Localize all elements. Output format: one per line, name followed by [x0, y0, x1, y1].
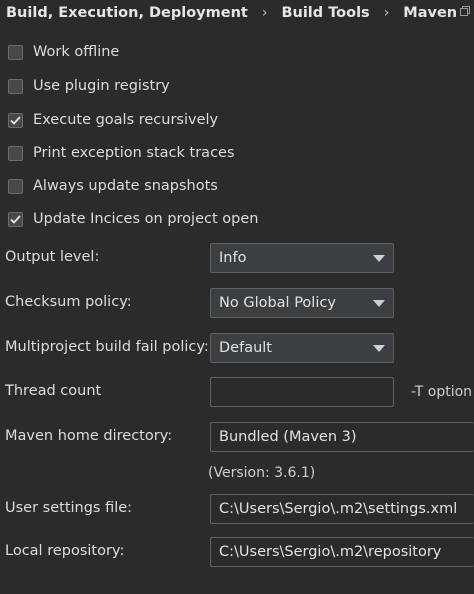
checkbox-print-exception-stack-traces[interactable] — [8, 145, 23, 161]
checkbox-label: Use plugin registry — [33, 78, 170, 94]
local-repository-value: C:\Users\Sergio\.m2\repository — [219, 544, 442, 560]
breadcrumb: Build, Execution, Deployment › Build Too… — [6, 0, 468, 26]
checkbox-execute-goals-recursively[interactable] — [8, 112, 23, 128]
chevron-down-icon — [373, 255, 385, 262]
checksum-policy-value: No Global Policy — [219, 295, 336, 311]
checkbox-row-print-exception-stack-traces[interactable]: Print exception stack traces — [8, 143, 235, 163]
maven-home-combo[interactable]: Bundled (Maven 3) — [210, 422, 474, 452]
user-settings-label: User settings file: — [5, 500, 133, 516]
checkbox-label: Always update snapshots — [33, 178, 218, 194]
checkmark-icon — [10, 115, 21, 125]
user-settings-input[interactable]: C:\Users\Sergio\.m2\settings.xml — [210, 494, 474, 524]
checkbox-row-update-indices[interactable]: Update Incices on project open — [8, 209, 258, 229]
output-level-value: Info — [219, 250, 247, 266]
copy-settings-icon[interactable] — [460, 6, 470, 16]
thread-count-label: Thread count — [5, 383, 102, 399]
maven-home-value: Bundled (Maven 3) — [219, 429, 357, 445]
output-level-dropdown[interactable]: Info — [210, 243, 394, 273]
checkbox-label: Work offline — [33, 44, 120, 60]
breadcrumb-separator-icon: › — [261, 5, 268, 21]
thread-count-input[interactable] — [210, 377, 394, 407]
output-level-label: Output level: — [5, 249, 100, 265]
local-repository-input[interactable]: C:\Users\Sergio\.m2\repository — [210, 537, 474, 567]
checkbox-use-plugin-registry[interactable] — [8, 78, 23, 94]
checkbox-row-work-offline[interactable]: Work offline — [8, 42, 119, 62]
maven-version-text: (Version: 3.6.1) — [208, 465, 316, 481]
maven-home-label: Maven home directory: — [5, 428, 173, 444]
checksum-policy-dropdown[interactable]: No Global Policy — [210, 288, 394, 318]
checkbox-row-execute-goals-recursively[interactable]: Execute goals recursively — [8, 110, 218, 130]
checkbox-row-always-update-snapshots[interactable]: Always update snapshots — [8, 176, 218, 196]
multiproject-fail-policy-dropdown[interactable]: Default — [210, 333, 394, 363]
checkbox-label: Print exception stack traces — [33, 145, 235, 161]
checkbox-label: Update Incices on project open — [33, 211, 259, 227]
breadcrumb-separator-icon: › — [383, 5, 390, 21]
breadcrumb-item-build-execution-deployment[interactable]: Build, Execution, Deployment — [6, 5, 248, 21]
checksum-policy-label: Checksum policy: — [5, 294, 132, 310]
multiproject-fail-policy-value: Default — [219, 340, 272, 356]
chevron-down-icon — [373, 345, 385, 352]
checkbox-update-indices[interactable] — [8, 211, 23, 227]
checkbox-always-update-snapshots[interactable] — [8, 178, 23, 194]
checkbox-label: Execute goals recursively — [33, 112, 219, 128]
thread-count-hint: -T option — [411, 384, 473, 400]
checkmark-icon — [10, 214, 21, 224]
multiproject-fail-policy-label: Multiproject build fail policy: — [5, 339, 209, 355]
breadcrumb-item-build-tools[interactable]: Build Tools — [281, 5, 369, 21]
checkbox-work-offline[interactable] — [8, 44, 23, 60]
breadcrumb-item-maven: Maven — [403, 5, 458, 21]
checkbox-row-use-plugin-registry[interactable]: Use plugin registry — [8, 76, 170, 96]
user-settings-value: C:\Users\Sergio\.m2\settings.xml — [219, 501, 458, 517]
local-repository-label: Local repository: — [5, 543, 125, 559]
chevron-down-icon — [373, 300, 385, 307]
